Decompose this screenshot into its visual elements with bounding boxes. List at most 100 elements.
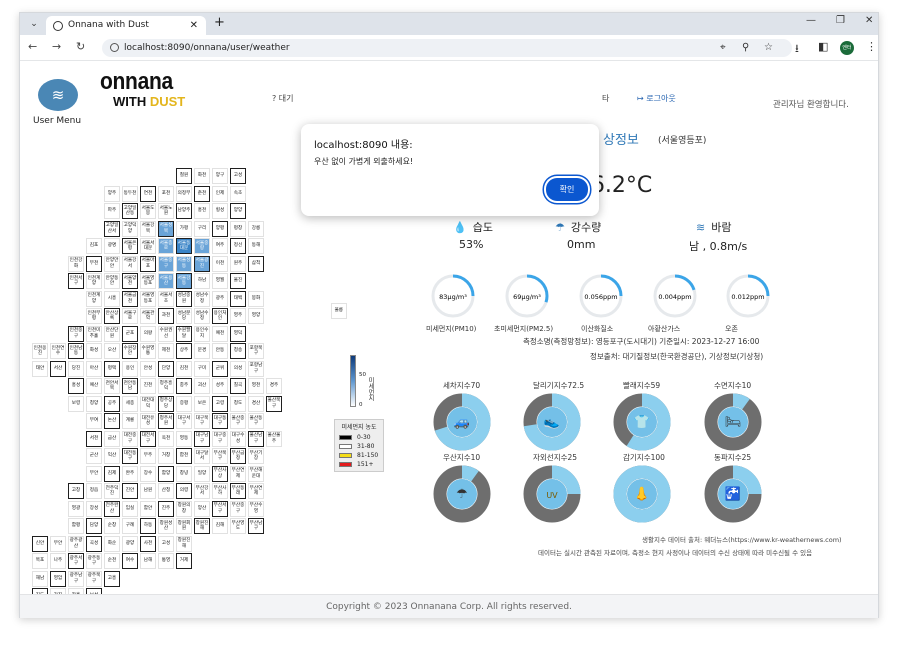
map-cell[interactable]: 남원: [140, 483, 156, 499]
map-cell[interactable]: 부산동래: [230, 483, 246, 499]
map-cell[interactable]: 광주동구: [86, 553, 102, 569]
map-cell[interactable]: 당진: [68, 360, 84, 377]
map-cell[interactable]: 동두천: [122, 185, 138, 202]
map-cell[interactable]: 서울마포: [140, 255, 156, 272]
map-cell[interactable]: 포항남구: [248, 360, 264, 377]
map-cell[interactable]: 울산남구: [248, 430, 264, 447]
map-cell[interactable]: 울산동구: [248, 413, 264, 429]
map-cell[interactable]: 부천: [86, 255, 102, 272]
map-cell[interactable]: 담양: [86, 518, 102, 534]
map-cell[interactable]: 서울중구: [158, 255, 174, 272]
logo-onnana[interactable]: onnana: [100, 69, 173, 93]
map-cell[interactable]: 서울금천: [122, 290, 138, 307]
map-cell[interactable]: 영천: [248, 378, 264, 394]
nav-link-left[interactable]: ? 대기: [272, 93, 294, 104]
map-cell[interactable]: 부산수영: [248, 500, 264, 517]
map-cell[interactable]: 안동: [212, 343, 228, 359]
map-cell[interactable]: 부산사상: [212, 465, 228, 482]
map-cell[interactable]: 장성: [86, 500, 102, 517]
map-cell[interactable]: 거제: [176, 553, 192, 569]
map-cell[interactable]: 서울용산: [158, 273, 174, 289]
map-cell[interactable]: 서울서초: [158, 290, 174, 307]
map-cell[interactable]: 여주: [212, 238, 228, 254]
map-cell[interactable]: 고성: [158, 535, 174, 552]
user-menu-label[interactable]: User Menu: [33, 116, 81, 126]
map-cell[interactable]: 연천: [140, 185, 156, 202]
map-cell[interactable]: 천안서북: [104, 378, 120, 394]
map-cell[interactable]: 창원의창: [176, 500, 192, 517]
tab-search-icon[interactable]: ⌄: [26, 16, 42, 32]
map-cell[interactable]: 영월: [212, 273, 228, 289]
map-cell[interactable]: 부산연제: [230, 465, 246, 482]
map-cell[interactable]: 서울성동: [176, 255, 192, 272]
map-cell[interactable]: 괴산: [194, 378, 210, 394]
map-cell[interactable]: 고양일산동: [122, 203, 138, 219]
map-cell[interactable]: 김천: [176, 360, 192, 377]
map-cell[interactable]: 고창: [68, 483, 84, 499]
map-cell[interactable]: 인천서구: [68, 273, 84, 289]
map-cell[interactable]: 화천: [194, 168, 210, 184]
logout-link[interactable]: ↦ 로그아웃: [637, 93, 676, 104]
map-cell[interactable]: 함평: [68, 518, 84, 534]
map-cell[interactable]: 금산: [104, 430, 120, 447]
map-cell[interactable]: 영암: [50, 570, 66, 587]
map-cell[interactable]: 서울은평: [122, 238, 138, 254]
map-cell[interactable]: 의왕: [140, 325, 156, 342]
forward-icon[interactable]: →: [52, 40, 61, 53]
map-cell[interactable]: 대전서구: [140, 430, 156, 447]
map-cell[interactable]: 이천: [212, 255, 228, 272]
map-cell[interactable]: 정읍: [86, 483, 102, 499]
map-cell[interactable]: 부산영도: [230, 518, 246, 534]
map-cell[interactable]: 영광: [68, 500, 84, 517]
map-cell[interactable]: 광주남구: [68, 570, 84, 587]
map-cell[interactable]: 화성: [86, 343, 102, 359]
map-cell[interactable]: 전주덕진: [104, 483, 120, 499]
map-cell[interactable]: 의정부: [176, 185, 192, 202]
map-cell[interactable]: 장수: [140, 465, 156, 482]
map-cell[interactable]: 대구달서: [194, 448, 210, 464]
map-cell[interactable]: 홍성: [68, 378, 84, 394]
map-cell[interactable]: 수원팔달: [176, 325, 192, 342]
map-cell[interactable]: 김해: [212, 518, 228, 534]
map-cell[interactable]: 영동: [176, 430, 192, 447]
map-cell[interactable]: 울산북구: [266, 395, 282, 412]
map-cell[interactable]: 대전대덕: [140, 395, 156, 412]
map-cell[interactable]: 서울구로: [122, 308, 138, 324]
map-cell[interactable]: 의령: [176, 483, 192, 499]
map-cell[interactable]: 서울양천: [122, 273, 138, 289]
map-cell[interactable]: 통영: [158, 553, 174, 569]
map-cell[interactable]: 청주서원: [158, 413, 174, 429]
map-cell[interactable]: 울산울주: [266, 430, 282, 447]
map-cell[interactable]: 군포: [122, 325, 138, 342]
map-cell[interactable]: 계룡: [122, 413, 138, 429]
map-cell[interactable]: 제천: [158, 343, 174, 359]
map-cell[interactable]: 포항북구: [248, 343, 264, 359]
map-cell[interactable]: 남양주: [176, 203, 192, 219]
map-cell[interactable]: 성남분당: [176, 308, 192, 324]
map-cell[interactable]: 오산: [104, 343, 120, 359]
map-cell[interactable]: 여수: [122, 553, 138, 569]
download-icon[interactable]: ⭳: [795, 40, 799, 59]
map-cell[interactable]: 부산사하: [212, 483, 228, 499]
map-cell[interactable]: 인천옹진: [32, 343, 48, 359]
map-cell[interactable]: 동해: [248, 238, 264, 254]
map-cell[interactable]: 임실: [122, 500, 138, 517]
map-cell[interactable]: 순창: [104, 518, 120, 534]
map-cell[interactable]: 옥천: [158, 430, 174, 447]
map-cell[interactable]: 창원회원: [176, 518, 192, 534]
map-cell[interactable]: 안산상록: [104, 308, 120, 324]
map-cell[interactable]: 청도: [230, 395, 246, 412]
map-cell[interactable]: 춘천: [194, 185, 210, 202]
map-cell[interactable]: 부산북구: [212, 448, 228, 464]
map-cell[interactable]: 광주북구: [86, 570, 102, 587]
nav-link-right[interactable]: 타: [602, 93, 609, 104]
map-cell[interactable]: 울진: [230, 273, 246, 289]
map-cell[interactable]: 김제: [104, 465, 120, 482]
reload-icon[interactable]: ↻: [76, 40, 85, 53]
map-cell[interactable]: 서울중랑: [194, 238, 210, 254]
map-cell[interactable]: 용인: [122, 360, 138, 377]
map-cell[interactable]: 부산금정: [230, 448, 246, 464]
map-cell[interactable]: 인천계양: [86, 290, 102, 307]
map-cell[interactable]: 구리: [194, 220, 210, 237]
map-cell[interactable]: 대전유성: [140, 413, 156, 429]
